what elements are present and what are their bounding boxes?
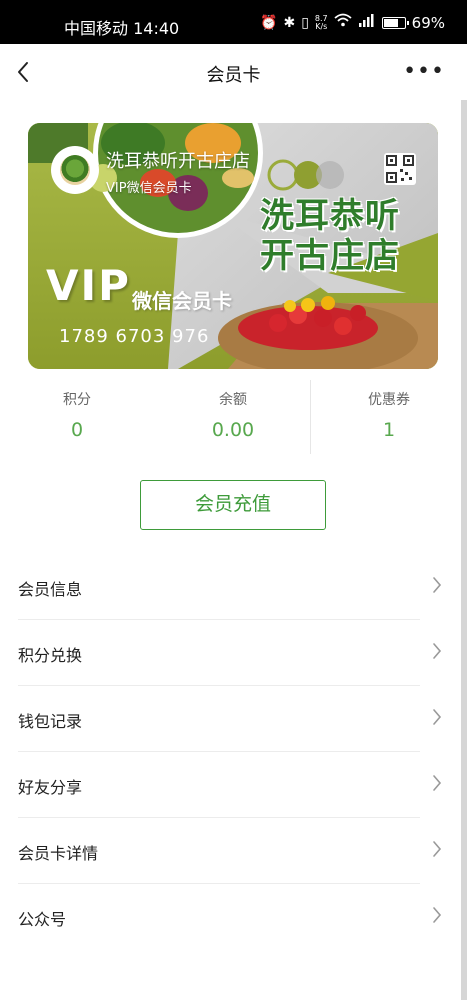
vibrate-icon: ▯	[301, 14, 309, 31]
divider	[310, 380, 311, 454]
stat-coupons[interactable]: 优惠券 1	[314, 380, 464, 441]
stat-value: 0	[70, 419, 84, 441]
menu-item-member-info[interactable]: 会员信息	[18, 554, 442, 620]
chevron-right-icon	[433, 709, 442, 725]
nav-bar: 会员卡 •••	[0, 44, 467, 102]
alarm-icon: ⏰	[260, 14, 278, 31]
more-dots-icon: •••	[403, 59, 445, 84]
menu-item-label: 会员信息	[18, 580, 83, 599]
vip-subtitle: 微信会员卡	[132, 289, 232, 313]
stat-value: 1	[382, 419, 396, 441]
stat-label: 余额	[219, 392, 247, 408]
menu-item-label: 会员卡详情	[18, 844, 99, 863]
store-name: 洗耳恭听开古庄店	[106, 151, 250, 172]
card-number: 1789 6703 976	[59, 326, 210, 347]
membership-card[interactable]: 洗耳恭听开古庄店 VIP微信会员卡 洗耳恭听 开古庄店 VIP 微信会员卡 17…	[28, 123, 438, 369]
store-logo	[51, 146, 99, 194]
card-store-title: 洗耳恭听 开古庄店	[260, 196, 400, 276]
page-title: 会员卡	[206, 65, 261, 86]
menu-item-wallet-records[interactable]: 钱包记录	[18, 686, 442, 752]
stat-label: 优惠券	[368, 392, 410, 408]
menu-item-label: 钱包记录	[18, 712, 83, 731]
battery-icon	[381, 16, 409, 29]
recharge-button[interactable]: 会员充值	[140, 480, 326, 530]
chevron-right-icon	[433, 577, 442, 593]
menu-item-label: 积分兑换	[18, 646, 83, 665]
battery-percent: 69%	[411, 13, 445, 32]
chevron-right-icon	[433, 841, 442, 857]
wifi-icon	[334, 13, 352, 32]
bluetooth-icon: ✱	[283, 14, 296, 31]
status-bar: 中国移动 14:40 ⏰ ✱ ▯ 8.7 K/s 69%	[0, 0, 467, 44]
stat-balance[interactable]: 余额 0.00	[158, 380, 308, 441]
more-button[interactable]: •••	[403, 59, 445, 84]
member-stats: 积分 0 余额 0.00 优惠券 1	[0, 380, 467, 456]
menu-item-points-exchange[interactable]: 积分兑换	[18, 620, 442, 686]
status-icons: ⏰ ✱ ▯ 8.7 K/s 69%	[260, 13, 445, 32]
chevron-right-icon	[433, 643, 442, 659]
qr-code-icon[interactable]	[384, 153, 416, 185]
menu-item-official-account[interactable]: 公众号	[18, 884, 442, 949]
chevron-right-icon	[433, 775, 442, 791]
card-type: VIP微信会员卡	[106, 181, 192, 196]
stat-label: 积分	[63, 392, 91, 408]
stat-value: 0.00	[211, 419, 255, 441]
menu-item-label: 好友分享	[18, 778, 83, 797]
stat-points[interactable]: 积分 0	[2, 380, 152, 441]
vip-label: VIP	[46, 261, 131, 310]
signal-4g-icon	[358, 13, 376, 32]
scrollbar[interactable]	[461, 100, 467, 1000]
menu-list: 会员信息 积分兑换 钱包记录 好友分享 会员卡详情 公众号	[18, 554, 442, 949]
carrier-time: 中国移动 14:40	[64, 19, 180, 38]
menu-item-label: 公众号	[18, 910, 67, 929]
net-speed: 8.7 K/s	[314, 13, 328, 31]
chevron-right-icon	[433, 907, 442, 923]
menu-item-share[interactable]: 好友分享	[18, 752, 442, 818]
menu-item-card-details[interactable]: 会员卡详情	[18, 818, 442, 884]
